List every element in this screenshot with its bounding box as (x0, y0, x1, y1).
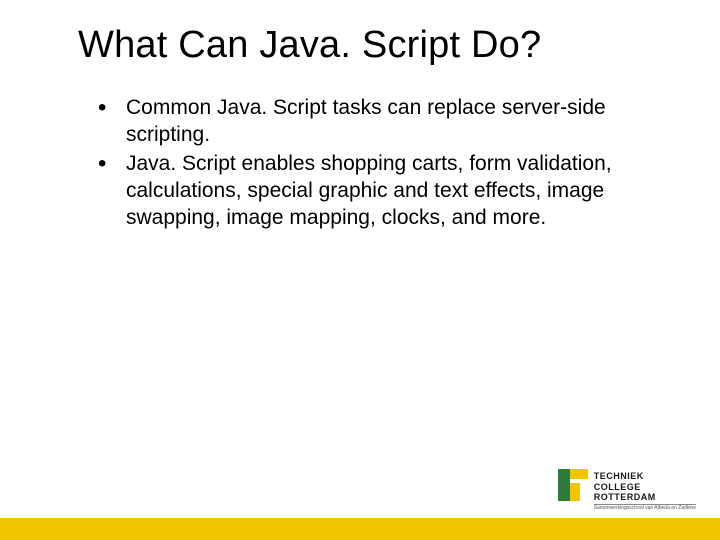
logo-mark-icon (558, 469, 588, 507)
logo-text: TECHNIEK COLLEGE ROTTERDAM Samenwerkings… (594, 469, 696, 512)
footer-accent-bar (0, 518, 720, 540)
footer-logo: TECHNIEK COLLEGE ROTTERDAM Samenwerkings… (558, 469, 696, 512)
list-item: Common Java. Script tasks can replace se… (102, 95, 670, 149)
list-item: Java. Script enables shopping carts, for… (102, 151, 670, 232)
logo-line: COLLEGE (594, 482, 696, 492)
logo-line: ROTTERDAM (594, 492, 696, 502)
bullet-list: Common Java. Script tasks can replace se… (78, 95, 670, 231)
logo-line: TECHNIEK (594, 471, 696, 481)
slide-title: What Can Java. Script Do? (78, 24, 670, 67)
slide: What Can Java. Script Do? Common Java. S… (0, 0, 720, 540)
logo-subtext: Samenwerkingsschool van Albeda en Zadkin… (594, 504, 696, 512)
